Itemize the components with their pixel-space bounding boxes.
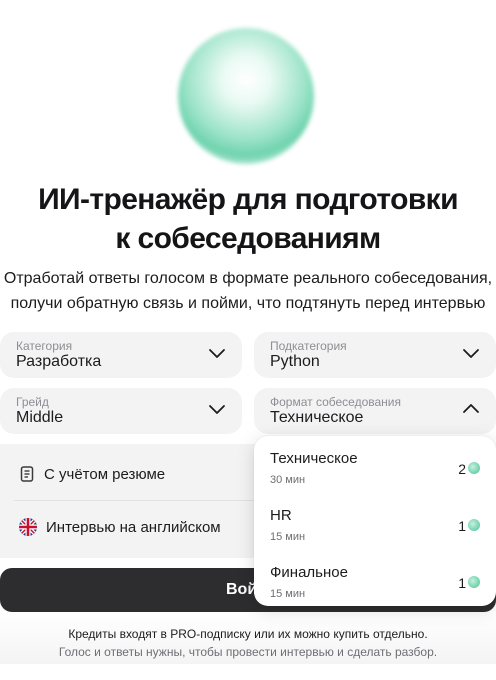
category-label: Категория [16,339,73,353]
grade-value: Middle [16,409,64,426]
resume-option[interactable]: С учётом резюме [18,464,165,484]
interview-format-value: Техническое [270,409,364,426]
footer-voice-note: Голос и ответы нужны, чтобы провести инт… [58,645,438,659]
dropdown-item-duration: 30 мин [270,474,306,486]
dropdown-item-cost: 2 [458,461,466,477]
chevron-down-icon [209,349,225,358]
credit-coin-icon [468,462,480,474]
page-title-line-1: ИИ-тренажёр для подготовки [38,183,458,216]
page-title: ИИ-тренажёр для подготовки к собеседован… [0,180,496,258]
page-subtitle: Отработай ответы голосом в формате реаль… [0,266,496,316]
dropdown-item-name: Техническое [270,450,358,467]
dropdown-item-duration: 15 мин [270,531,306,543]
dropdown-item-cost: 1 [458,575,466,591]
subcategory-label: Подкатегория [270,339,347,353]
interview-format-select[interactable]: Формат собеседования Техническое [254,388,496,434]
dropdown-item-name: Финальное [270,564,348,581]
grade-label: Грейд [16,395,49,409]
credit-coin-icon [468,576,480,588]
english-option[interactable]: Интервью на английском [18,517,221,537]
dropdown-item-hr[interactable]: HR 15 мин 1 [254,497,496,553]
page-subtitle-line-2: получи обратную связь и пойми, что подтя… [10,295,486,312]
dropdown-item-cost: 1 [458,518,466,534]
credit-coin-icon [468,519,480,531]
page-subtitle-line-1: Отработай ответы голосом в формате реаль… [3,270,493,287]
start-interview-button-label: Вой [226,581,258,598]
dropdown-item-final[interactable]: Финальное 15 мин 1 [254,554,496,610]
dropdown-item-technical[interactable]: Техническое 30 мин 2 [254,440,496,496]
category-select[interactable]: Категория Разработка [0,332,242,378]
footer-credits-note: Кредиты входят в PRO-подписку или их мож… [68,627,428,641]
english-option-label: Интервью на английском [46,518,221,536]
subcategory-value: Python [270,353,320,370]
subcategory-select[interactable]: Подкатегория Python [254,332,496,378]
interview-format-label: Формат собеседования [270,395,402,409]
chevron-up-icon [463,404,479,413]
page-title-line-2: к собеседованиям [115,222,381,255]
grade-select[interactable]: Грейд Middle [0,388,242,434]
interview-format-dropdown: Техническое 30 мин 2 HR 15 мин 1 Финальн… [254,436,496,606]
resume-option-label: С учётом резюме [44,465,166,483]
chevron-down-icon [209,405,225,414]
ai-orb [178,28,314,164]
category-value: Разработка [16,353,102,370]
dropdown-item-name: HR [270,507,292,524]
chevron-down-icon [463,349,479,358]
dropdown-item-duration: 15 мин [270,588,306,600]
document-icon [20,466,34,482]
uk-flag-icon [19,518,37,536]
